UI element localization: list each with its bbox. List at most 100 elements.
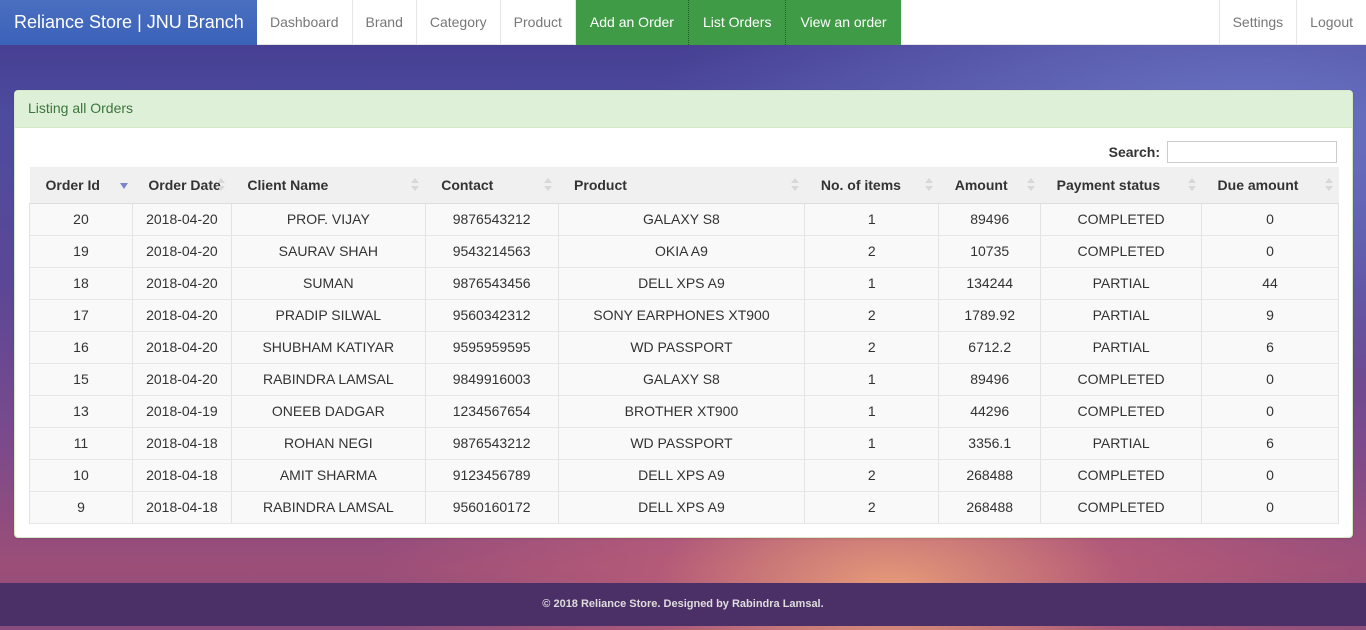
sort-icon [411, 178, 420, 192]
table-cell: SAURAV SHAH [231, 235, 426, 268]
column-header-label: Due amount [1217, 176, 1299, 193]
table-row[interactable]: 20 2018-04-20 PROF. VIJAY 9876543212 GALAXY … [29, 203, 1339, 236]
table-cell: 268488 [938, 491, 1042, 524]
column-header[interactable]: Contact [425, 167, 559, 204]
table-cell: 1 [804, 267, 940, 300]
table-cell: 0 [1201, 235, 1339, 268]
search-row: Search: [1109, 141, 1337, 163]
nav-logout[interactable]: Logout [1296, 0, 1366, 45]
table-cell: SONY EARPHONES XT900 [558, 299, 806, 332]
column-header-label: Order Id [45, 176, 100, 193]
column-header[interactable]: Order Id [29, 167, 133, 204]
table-cell: 20 [29, 203, 133, 236]
table-cell: RABINDRA LAMSAL [231, 363, 426, 396]
table-cell: 2018-04-18 [132, 427, 232, 460]
sort-desc-icon [120, 183, 129, 189]
table-cell: COMPLETED [1040, 491, 1203, 524]
table-cell: 2 [804, 491, 940, 524]
view-order-button[interactable]: View an order [786, 0, 901, 45]
table-cell: 9560160172 [425, 491, 559, 524]
right-nav: Settings Logout [1218, 0, 1366, 45]
table-cell: BROTHER XT900 [558, 395, 806, 428]
column-header[interactable]: Client Name [231, 167, 426, 204]
table-cell: 2 [804, 459, 940, 492]
sort-icon [1187, 178, 1196, 192]
column-header[interactable]: Amount [938, 167, 1041, 204]
sort-icon [544, 178, 553, 192]
table-cell: 2018-04-20 [132, 203, 232, 236]
list-orders-button[interactable]: List Orders [688, 0, 787, 45]
nav-category[interactable]: Category [417, 0, 501, 45]
table-row[interactable]: 10 2018-04-18 AMIT SHARMA 9123456789 DELL XP… [29, 459, 1339, 492]
nav-brand[interactable]: Brand [353, 0, 417, 45]
sort-icon [217, 178, 226, 192]
table-row[interactable]: 15 2018-04-20 RABINDRA LAMSAL 9849916003 GAL… [29, 363, 1339, 396]
add-order-button[interactable]: Add an Order [575, 0, 689, 45]
table-row[interactable]: 16 2018-04-20 SHUBHAM KATIYAR 9595959595 WD … [29, 331, 1339, 364]
table-header-row: Order Id Order Date Client Name Contact Prod… [29, 167, 1339, 204]
table-cell: PRADIP SILWAL [231, 299, 426, 332]
nav-dashboard[interactable]: Dashboard [257, 0, 353, 45]
table-cell: 2018-04-19 [132, 395, 232, 428]
table-cell: 13 [29, 395, 133, 428]
column-header[interactable]: Order Date [132, 167, 232, 204]
table-cell: PARTIAL [1040, 331, 1203, 364]
search-input[interactable] [1167, 141, 1337, 163]
table-row[interactable]: 19 2018-04-20 SAURAV SHAH 9543214563 OKIA A9… [29, 235, 1339, 268]
column-header-label: Product [574, 176, 627, 193]
table-cell: GALAXY S8 [558, 363, 806, 396]
table-cell: 16 [29, 331, 133, 364]
table-cell: 2018-04-18 [132, 491, 232, 524]
column-header[interactable]: No. of items [804, 167, 939, 204]
table-cell: 44296 [938, 395, 1042, 428]
brand-title[interactable]: Reliance Store | JNU Branch [0, 0, 257, 45]
table-cell: 1 [804, 203, 940, 236]
table-cell: 2018-04-20 [132, 363, 232, 396]
table-cell: COMPLETED [1040, 203, 1203, 236]
footer: © 2018 Reliance Store. Designed by Rabin… [0, 583, 1366, 626]
table-cell: 0 [1201, 491, 1339, 524]
column-header-label: Amount [954, 176, 1008, 193]
column-header[interactable]: Product [558, 167, 805, 204]
table-cell: COMPLETED [1040, 235, 1203, 268]
table-cell: COMPLETED [1040, 363, 1203, 396]
nav-product[interactable]: Product [501, 0, 576, 45]
table-cell: 2018-04-20 [132, 267, 232, 300]
nav-settings[interactable]: Settings [1218, 0, 1297, 45]
table-row[interactable]: 13 2018-04-19 ONEEB DADGAR 1234567654 BROTHE… [29, 395, 1339, 428]
table-cell: PARTIAL [1040, 299, 1203, 332]
table-cell: ROHAN NEGI [231, 427, 426, 460]
table-cell: 1 [804, 395, 940, 428]
table-cell: 1 [804, 427, 940, 460]
table-cell: DELL XPS A9 [558, 491, 806, 524]
table-cell: 0 [1201, 459, 1339, 492]
table-cell: SUMAN [231, 267, 426, 300]
table-cell: 0 [1201, 203, 1339, 236]
table-cell: PARTIAL [1040, 267, 1203, 300]
table-row[interactable]: 18 2018-04-20 SUMAN 9876543456 DELL XPS A9 1 1… [29, 267, 1339, 300]
table-cell: PROF. VIJAY [231, 203, 426, 236]
sort-icon [1026, 178, 1035, 192]
table-cell: 268488 [938, 459, 1042, 492]
orders-table: Order Id Order Date Client Name Contact Prod… [29, 167, 1339, 524]
table-cell: WD PASSPORT [558, 427, 806, 460]
top-navbar: Reliance Store | JNU Branch Dashboard Br… [0, 0, 1366, 45]
table-cell: 2018-04-20 [132, 235, 232, 268]
sort-icon [1324, 178, 1333, 192]
column-header[interactable]: Payment status [1040, 167, 1202, 204]
table-cell: 9560342312 [425, 299, 559, 332]
table-row[interactable]: 9 2018-04-18 RABINDRA LAMSAL 9560160172 DELL… [29, 491, 1339, 524]
column-header[interactable]: Due amount [1201, 167, 1339, 204]
table-cell: 2 [804, 235, 940, 268]
table-cell: 1234567654 [425, 395, 559, 428]
column-header-label: Order Date [148, 176, 221, 193]
table-cell: 9543214563 [425, 235, 559, 268]
table-cell: 11 [29, 427, 133, 460]
table-cell: SHUBHAM KATIYAR [231, 331, 426, 364]
table-cell: COMPLETED [1040, 459, 1203, 492]
table-cell: 89496 [938, 203, 1042, 236]
table-row[interactable]: 17 2018-04-20 PRADIP SILWAL 9560342312 SONY … [29, 299, 1339, 332]
table-cell: WD PASSPORT [558, 331, 806, 364]
table-cell: 9 [29, 491, 133, 524]
table-row[interactable]: 11 2018-04-18 ROHAN NEGI 9876543212 WD PASSP… [29, 427, 1339, 460]
